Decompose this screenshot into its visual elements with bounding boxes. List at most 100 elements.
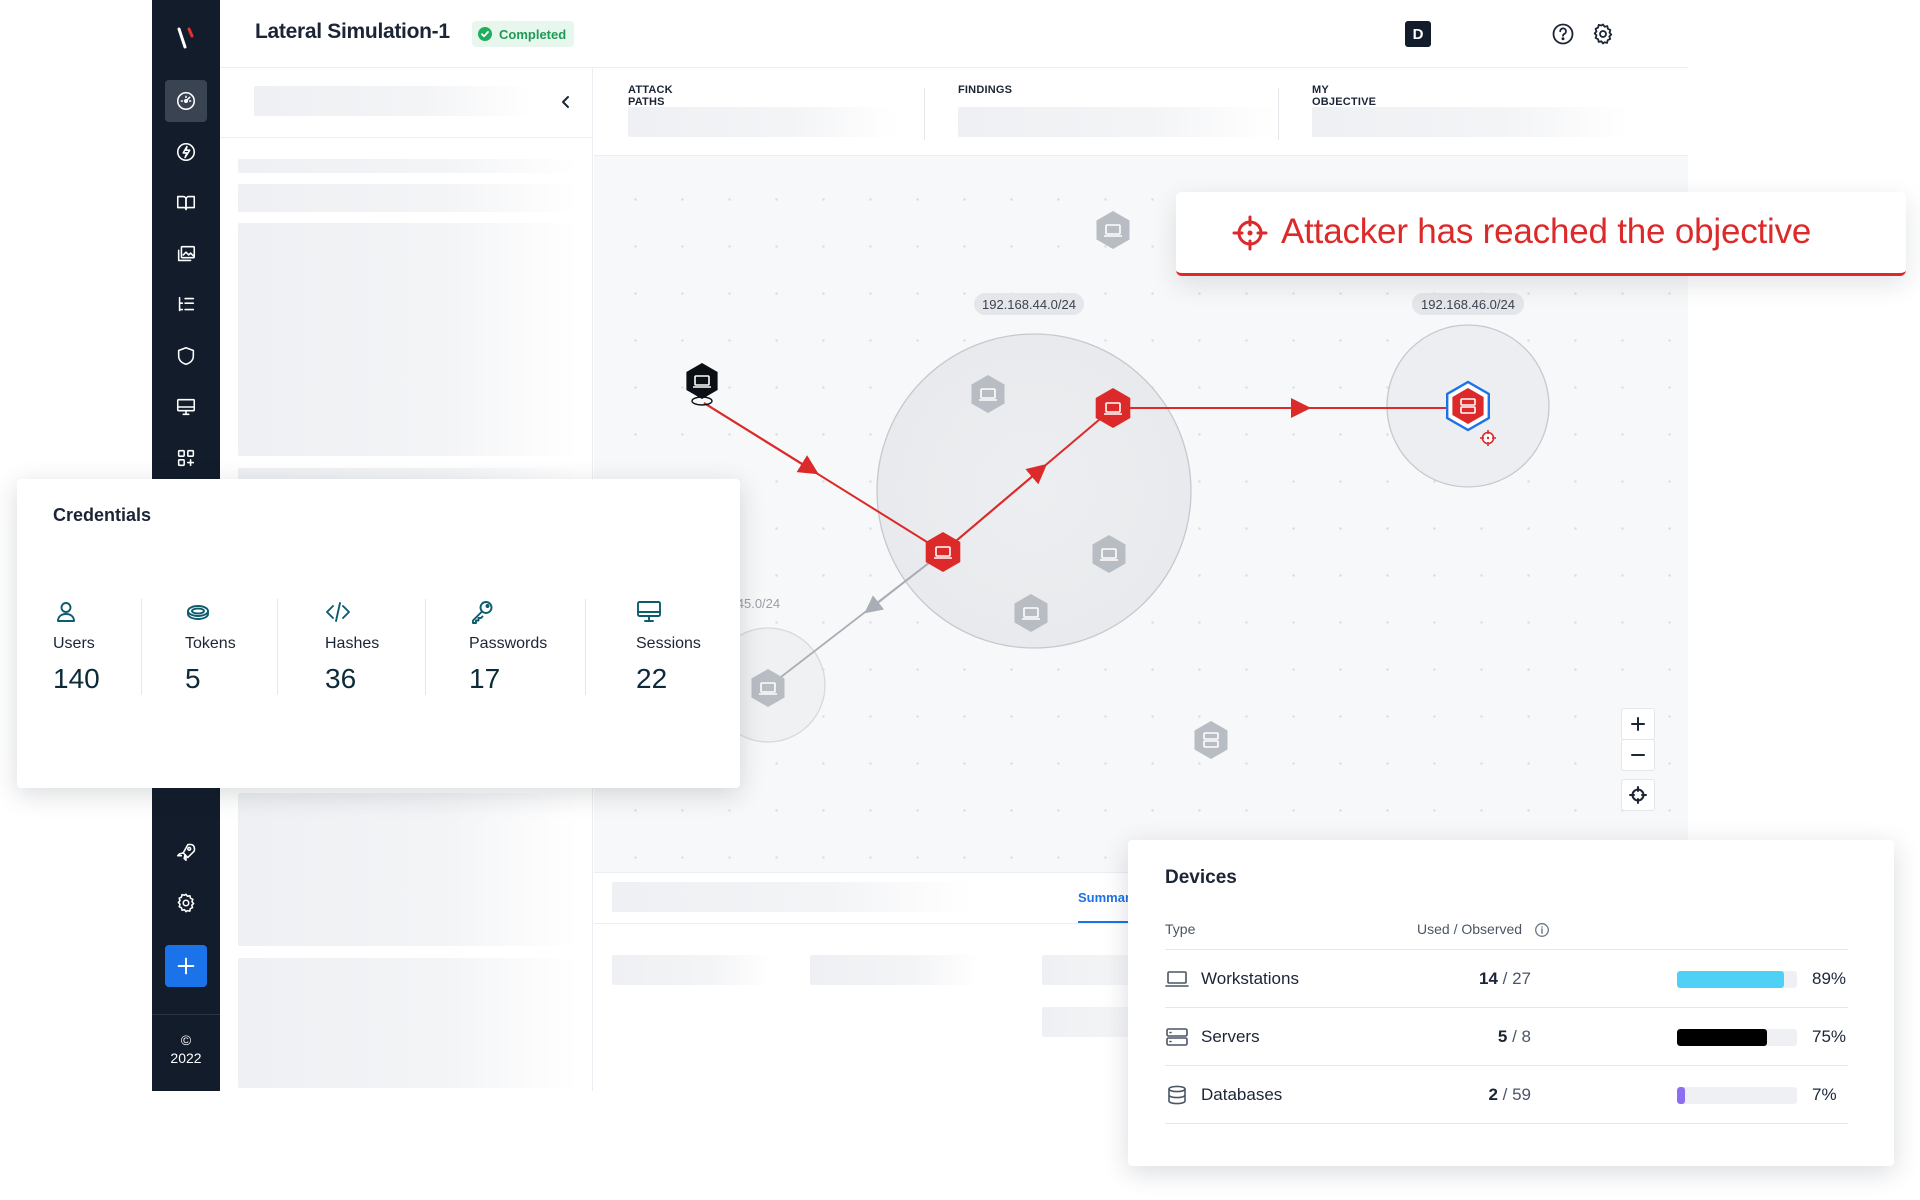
- device-percent: 75%: [1812, 1027, 1847, 1046]
- plus-icon: [177, 957, 195, 975]
- code-icon: [326, 602, 350, 622]
- key-icon: [472, 601, 493, 624]
- help-icon: [1552, 23, 1574, 45]
- credential-users[interactable]: Users 140: [53, 599, 100, 694]
- info-icon[interactable]: [1534, 922, 1550, 938]
- monitor-icon: [176, 398, 196, 416]
- status-badge-label: Completed: [499, 26, 567, 42]
- divider: [425, 599, 426, 695]
- page-title: Lateral Simulation-1: [255, 20, 450, 43]
- device-observed: 27: [1512, 969, 1531, 988]
- token-icon: [187, 605, 209, 620]
- sidebar-item-assets[interactable]: [165, 386, 207, 428]
- credential-value: 36: [325, 663, 357, 694]
- rocket-icon: [176, 843, 196, 862]
- stat-label: MY OBJECTIVE: [1312, 84, 1377, 108]
- laptop-icon: [1165, 971, 1189, 987]
- credential-label: Users: [53, 635, 95, 652]
- banner-text: Attacker has reached the objective: [1281, 212, 1812, 251]
- device-separator: /: [1497, 1085, 1513, 1104]
- skeleton-block: [238, 958, 578, 1088]
- credential-tokens[interactable]: Tokens 5: [185, 599, 236, 694]
- neutral-workstation-node[interactable]: [1096, 211, 1130, 249]
- status-badge: Completed: [472, 21, 575, 47]
- device-row-databases[interactable]: Databases 2 / 59 7%: [1165, 1066, 1848, 1124]
- sidebar-item-launch[interactable]: [165, 831, 207, 873]
- divider: [1278, 88, 1279, 140]
- credential-sessions[interactable]: Sessions 22: [636, 599, 701, 694]
- credential-value: 22: [636, 663, 668, 694]
- header: Lateral Simulation-1 Completed D: [220, 0, 1688, 68]
- lightning-icon: [176, 142, 196, 162]
- sidebar-item-dashboard[interactable]: [165, 80, 207, 122]
- sidebar-divider: [152, 1014, 220, 1015]
- usage-bar-fill: [1677, 1087, 1686, 1104]
- sidebar-item-library[interactable]: [165, 182, 207, 224]
- device-separator: /: [1497, 969, 1513, 988]
- credential-value: 17: [469, 663, 501, 694]
- settings-button[interactable]: [1590, 21, 1616, 47]
- subnet-label: 192.168.46.0/24: [1412, 293, 1524, 315]
- device-separator: /: [1507, 1027, 1522, 1046]
- attack-path-arrow: [703, 402, 819, 475]
- sidebar-item-gallery[interactable]: [165, 233, 207, 275]
- subnet-label: 192.168.44.0/24: [974, 293, 1084, 315]
- crosshair-icon: [1232, 215, 1268, 251]
- skeleton-bar: [238, 184, 578, 212]
- check-circle-icon: [478, 27, 492, 41]
- sidebar-item-tasks[interactable]: [165, 284, 207, 326]
- book-icon: [176, 195, 196, 211]
- sidebar-item-settings[interactable]: [165, 882, 207, 924]
- credential-value: 140: [53, 663, 100, 694]
- sidebar-item-integrations[interactable]: [165, 437, 207, 479]
- device-percent: 89%: [1812, 969, 1847, 988]
- svg-text:192.168.44.0/24: 192.168.44.0/24: [982, 297, 1076, 312]
- credential-passwords[interactable]: Passwords 17: [469, 599, 547, 694]
- add-button[interactable]: [165, 945, 207, 987]
- device-used: 5: [1497, 1027, 1508, 1046]
- credential-value: 5: [185, 663, 201, 694]
- help-button[interactable]: [1550, 21, 1576, 47]
- skeleton-bar: [238, 159, 578, 173]
- device-used-observed: 2 / 59: [1488, 1085, 1531, 1105]
- column-header-used-observed: Used / Observed: [1417, 921, 1523, 937]
- zoom-out-button[interactable]: [1621, 739, 1655, 771]
- settings-icon: [177, 893, 195, 913]
- credential-label: Tokens: [185, 635, 236, 652]
- svg-text:192.168.46.0/24: 192.168.46.0/24: [1421, 297, 1515, 312]
- credential-label: Sessions: [636, 635, 701, 652]
- divider: [277, 599, 278, 695]
- zoom-in-button[interactable]: [1621, 708, 1655, 740]
- skeleton-bar: [238, 895, 578, 909]
- collapse-panel-button[interactable]: [558, 94, 574, 110]
- usage-bar-fill: [1677, 1029, 1767, 1046]
- recenter-button[interactable]: [1621, 779, 1655, 811]
- devices-title: Devices: [1165, 867, 1237, 888]
- divider: [924, 88, 925, 140]
- device-name: Databases: [1201, 1085, 1283, 1104]
- tab-summary[interactable]: Summar: [1078, 890, 1130, 905]
- list-tree-icon: [178, 296, 195, 312]
- server-icon: [1166, 1028, 1188, 1046]
- sidebar-item-security[interactable]: [165, 335, 207, 377]
- device-row-workstations[interactable]: Workstations 14 / 27 89%: [1165, 950, 1848, 1008]
- app-logo-icon[interactable]: [176, 26, 196, 50]
- credential-hashes[interactable]: Hashes 36: [325, 599, 379, 694]
- credential-label: Hashes: [325, 635, 380, 652]
- copyright: © 2022: [152, 1031, 220, 1067]
- stats-strip: ATTACK PATHS FINDINGS MY OBJECTIVE: [594, 68, 1688, 156]
- device-name: Servers: [1201, 1027, 1260, 1046]
- divider: [141, 599, 142, 695]
- neutral-server-node[interactable]: [1194, 721, 1228, 759]
- attacker-node[interactable]: [686, 363, 718, 406]
- avatar[interactable]: D: [1405, 21, 1431, 47]
- minus-icon: [1631, 754, 1645, 756]
- skeleton-bar: [238, 918, 578, 946]
- skeleton-bar: [958, 107, 1276, 137]
- device-row-servers[interactable]: Servers 5 / 8 75%: [1165, 1008, 1848, 1066]
- chevron-left-icon: [562, 96, 569, 108]
- skeleton-bar: [254, 86, 534, 116]
- objective-server-node[interactable]: [1446, 380, 1490, 432]
- skeleton-bar: [612, 882, 972, 912]
- sidebar-item-activity[interactable]: [165, 131, 207, 173]
